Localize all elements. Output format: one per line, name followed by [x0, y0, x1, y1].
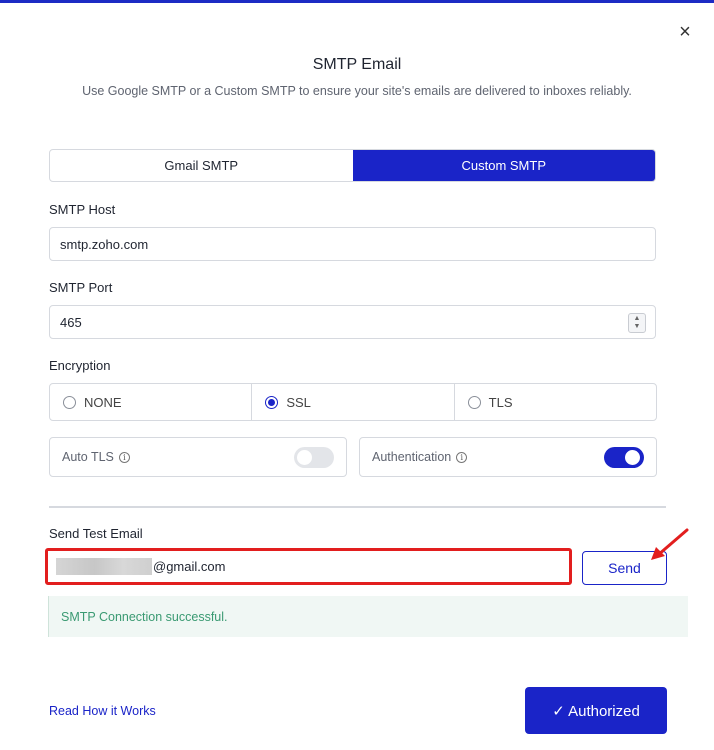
stepper-down-icon[interactable]: ▼: [634, 323, 641, 331]
radio-tls[interactable]: [467, 395, 481, 409]
encryption-option-none[interactable]: NONE: [50, 384, 253, 420]
encryption-label: Encryption: [49, 358, 111, 373]
alert-message: SMTP Connection successful.: [61, 609, 228, 624]
authentication-card: Authentication i: [359, 437, 657, 477]
dialog-title: SMTP Email: [312, 56, 402, 73]
success-alert: SMTP Connection successful.: [48, 596, 688, 637]
auto-tls-card: Auto TLS i: [49, 437, 347, 477]
smtp-port-input[interactable]: 465 ▲ ▼: [49, 305, 656, 339]
close-icon[interactable]: ×: [676, 22, 694, 42]
encryption-option-ssl[interactable]: SSL: [252, 384, 455, 420]
radio-ssl[interactable]: [265, 395, 279, 409]
radio-none[interactable]: [63, 395, 76, 409]
encryption-option-label: TLS: [488, 394, 513, 410]
smtp-port-label: SMTP Port: [49, 280, 113, 295]
encryption-option-tls[interactable]: TLS: [455, 384, 656, 420]
auto-tls-toggle[interactable]: [294, 447, 334, 468]
smtp-host-input[interactable]: smtp.zoho.com: [49, 227, 656, 261]
authentication-toggle[interactable]: [604, 447, 644, 468]
stepper-up-icon[interactable]: ▲: [634, 315, 641, 323]
info-icon[interactable]: i: [456, 451, 468, 463]
annotation-arrow-icon: [651, 528, 689, 560]
info-icon[interactable]: i: [118, 451, 130, 463]
port-stepper[interactable]: ▲ ▼: [628, 313, 646, 333]
redacted-email-prefix: [56, 558, 152, 575]
smtp-host-label: SMTP Host: [49, 202, 116, 217]
top-accent-bar: [0, 0, 714, 3]
authentication-label: Authentication: [372, 450, 452, 464]
section-divider: [49, 506, 666, 508]
auto-tls-label: Auto TLS: [62, 450, 114, 464]
smtp-type-tabs: Gmail SMTP Custom SMTP: [49, 149, 656, 182]
test-email-label: Send Test Email: [49, 526, 143, 541]
encryption-radio-group: NONE SSL TLS: [49, 383, 657, 421]
read-how-it-works-link[interactable]: Read How it Works: [49, 704, 156, 718]
encryption-option-label: NONE: [84, 394, 122, 410]
test-email-input[interactable]: @gmail.com: [45, 548, 572, 585]
tab-gmail-smtp[interactable]: Gmail SMTP: [50, 150, 353, 181]
smtp-port-value: 465: [60, 314, 82, 330]
authorized-button[interactable]: ✓ Authorized: [525, 687, 667, 734]
dialog-subtitle: Use Google SMTP or a Custom SMTP to ensu…: [82, 84, 632, 98]
tab-custom-smtp[interactable]: Custom SMTP: [352, 150, 655, 181]
smtp-host-value: smtp.zoho.com: [60, 236, 149, 252]
test-email-value: @gmail.com: [153, 559, 226, 574]
encryption-option-label: SSL: [286, 394, 311, 410]
